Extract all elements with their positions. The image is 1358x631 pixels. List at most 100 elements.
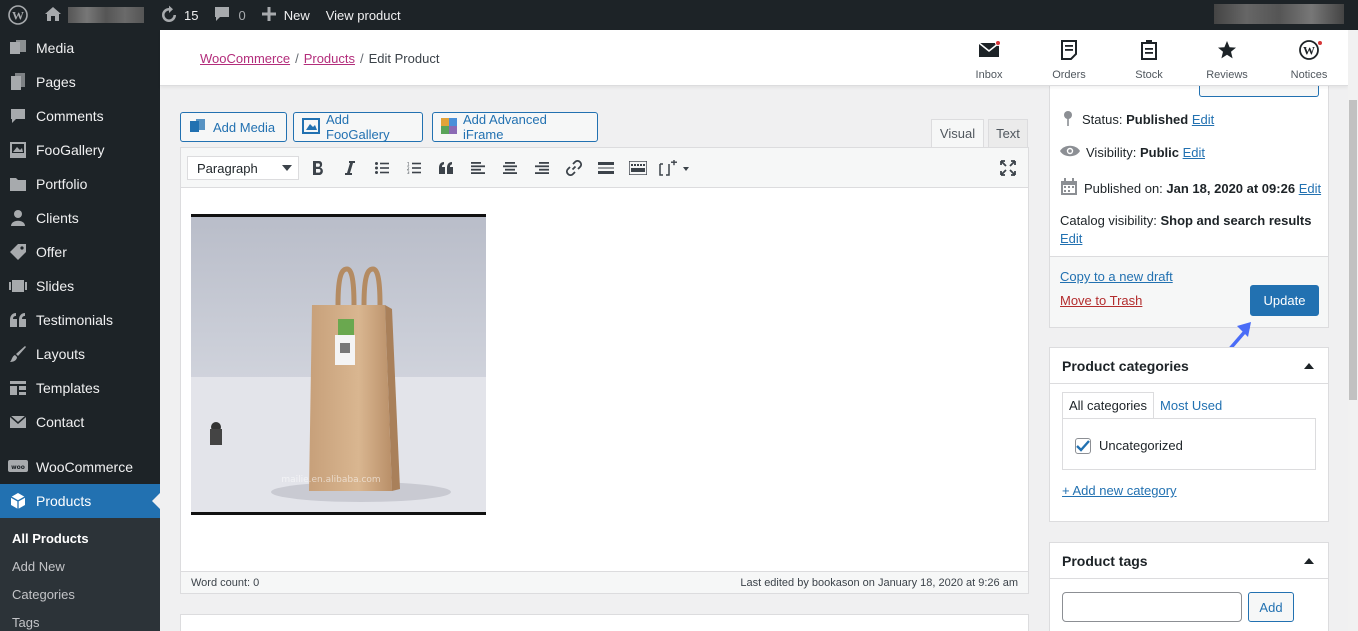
- header-tool-inbox[interactable]: Inbox: [959, 40, 1019, 81]
- visibility-edit-link[interactable]: Edit: [1183, 145, 1205, 160]
- add-media-label: Add Media: [213, 119, 276, 135]
- published-on-row: Published on: Jan 18, 2020 at 09:26 Edit: [1060, 178, 1321, 199]
- header-tool-notices[interactable]: W Notices: [1279, 39, 1339, 81]
- submenu-categories[interactable]: Categories: [0, 580, 160, 608]
- page-scrollbar[interactable]: [1348, 30, 1358, 631]
- breadcrumb-products[interactable]: Products: [304, 51, 355, 66]
- submenu-all-products[interactable]: All Products: [0, 524, 160, 552]
- pages-icon: [8, 72, 28, 92]
- sidebar-item-offer[interactable]: Offer: [0, 235, 160, 269]
- tab-text[interactable]: Text: [988, 119, 1028, 147]
- iframe-icon: [441, 117, 463, 137]
- new-content-link[interactable]: New: [254, 0, 318, 30]
- add-foogallery-button[interactable]: Add FooGallery: [293, 112, 423, 142]
- italic-icon[interactable]: [339, 158, 361, 178]
- header-tool-orders[interactable]: Orders: [1039, 39, 1099, 81]
- insert-block-icon[interactable]: [659, 158, 693, 178]
- publish-box: Status: Published Edit Visibility: Publi…: [1049, 75, 1329, 328]
- sidebar-item-label: Comments: [36, 108, 104, 124]
- view-product-link[interactable]: View product: [318, 0, 409, 30]
- bold-icon[interactable]: [307, 158, 329, 178]
- comments-link[interactable]: 0: [206, 0, 253, 30]
- add-new-category-link[interactable]: + Add new category: [1062, 483, 1177, 498]
- media-icon: [8, 38, 28, 58]
- wordpress-logo-icon[interactable]: W: [0, 0, 36, 30]
- copy-to-draft-link[interactable]: Copy to a new draft: [1060, 269, 1173, 284]
- tab-most-used[interactable]: Most Used: [1154, 392, 1228, 419]
- sidebar-item-portfolio[interactable]: Portfolio: [0, 167, 160, 201]
- site-name-link[interactable]: [36, 0, 152, 30]
- status-edit-link[interactable]: Edit: [1192, 112, 1214, 127]
- updates-count: 15: [184, 7, 199, 23]
- mail-icon: [8, 412, 28, 432]
- align-center-icon[interactable]: [499, 158, 521, 178]
- cube-icon: [8, 491, 28, 511]
- toolbar-toggle-icon[interactable]: [627, 158, 649, 178]
- sidebar-item-templates[interactable]: Templates: [0, 371, 160, 405]
- align-left-icon[interactable]: [467, 158, 489, 178]
- person-icon: [8, 208, 28, 228]
- submenu-tags[interactable]: Tags: [0, 608, 160, 631]
- sidebar-item-woocommerce[interactable]: woo WooCommerce: [0, 450, 160, 484]
- templates-icon: [8, 378, 28, 398]
- move-to-trash-link[interactable]: Move to Trash: [1060, 293, 1142, 308]
- add-media-button[interactable]: Add Media: [180, 112, 287, 142]
- uncategorized-label: Uncategorized: [1099, 438, 1183, 453]
- updates-link[interactable]: 15: [152, 0, 206, 30]
- collapse-arrow-icon[interactable]: [1304, 363, 1314, 369]
- product-image[interactable]: mailie.en.alibaba.com: [191, 214, 486, 515]
- product-categories-title: Product categories: [1062, 357, 1189, 374]
- header-tool-stock[interactable]: Stock: [1119, 39, 1179, 81]
- svg-text:3: 3: [407, 170, 410, 174]
- blockquote-icon[interactable]: [435, 158, 457, 178]
- folder-icon: [8, 174, 28, 194]
- add-tag-button[interactable]: Add: [1248, 592, 1294, 622]
- tab-visual[interactable]: Visual: [931, 119, 984, 147]
- sidebar-item-slides[interactable]: Slides: [0, 269, 160, 303]
- fullscreen-icon[interactable]: [997, 158, 1019, 178]
- product-data-box: [180, 614, 1029, 631]
- sidebar-item-layouts[interactable]: Layouts: [0, 337, 160, 371]
- sidebar-item-testimonials[interactable]: Testimonials: [0, 303, 160, 337]
- tag-input[interactable]: [1062, 592, 1242, 622]
- account-redacted[interactable]: [1214, 4, 1344, 24]
- add-iframe-label: Add Advanced iFrame: [463, 112, 547, 142]
- sidebar-item-contact[interactable]: Contact: [0, 405, 160, 439]
- add-iframe-button[interactable]: Add Advanced iFrame: [432, 112, 598, 142]
- sidebar-item-foogallery[interactable]: FooGallery: [0, 133, 160, 167]
- update-button[interactable]: Update: [1250, 285, 1319, 316]
- uncategorized-checkbox[interactable]: [1075, 438, 1091, 454]
- sidebar-item-media[interactable]: Media: [0, 31, 160, 65]
- visibility-value: Public: [1139, 145, 1179, 160]
- published-value: Jan 18, 2020 at 09:26: [1166, 181, 1296, 196]
- sidebar-item-pages[interactable]: Pages: [0, 65, 160, 99]
- view-product-label: View product: [325, 7, 401, 23]
- tab-all-categories[interactable]: All categories: [1062, 392, 1155, 419]
- sidebar-item-products[interactable]: Products: [0, 484, 160, 518]
- read-more-icon[interactable]: [595, 158, 617, 178]
- header-tool-reviews[interactable]: Reviews: [1197, 40, 1257, 81]
- bullet-list-icon[interactable]: [371, 158, 393, 178]
- sidebar-item-label: Products: [36, 493, 92, 509]
- submenu-add-new[interactable]: Add New: [0, 552, 160, 580]
- catalog-edit-link[interactable]: Edit: [1060, 231, 1082, 246]
- comment-bubble-icon: [214, 6, 230, 25]
- product-categories-header[interactable]: Product categories: [1050, 348, 1328, 384]
- format-select[interactable]: Paragraph: [187, 156, 299, 180]
- format-select-value: Paragraph: [197, 160, 258, 176]
- published-edit-link[interactable]: Edit: [1299, 181, 1321, 196]
- sidebar-item-clients[interactable]: Clients: [0, 201, 160, 235]
- sidebar-item-label: Clients: [36, 210, 79, 226]
- breadcrumb-woocommerce[interactable]: WooCommerce: [200, 51, 290, 66]
- align-right-icon[interactable]: [531, 158, 553, 178]
- catalog-label: Catalog visibility:: [1060, 213, 1157, 228]
- scrollbar-thumb[interactable]: [1349, 100, 1357, 400]
- pin-icon: [1060, 110, 1082, 129]
- numbered-list-icon[interactable]: 123: [403, 158, 425, 178]
- sidebar-item-comments[interactable]: Comments: [0, 99, 160, 133]
- collapse-arrow-icon[interactable]: [1304, 558, 1314, 564]
- link-icon[interactable]: [563, 158, 585, 178]
- svg-text:W: W: [1303, 43, 1315, 57]
- plus-icon: [261, 6, 276, 24]
- product-tags-header[interactable]: Product tags: [1050, 543, 1328, 579]
